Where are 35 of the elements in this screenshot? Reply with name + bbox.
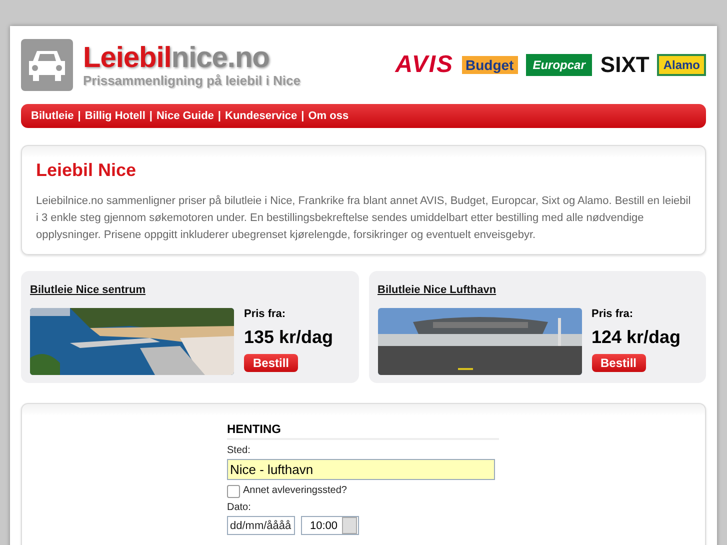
brand-logo: SIXT bbox=[600, 52, 650, 78]
price-label: Pris fra: bbox=[592, 308, 634, 320]
brand-logo: AVIS bbox=[395, 51, 454, 79]
nav-link[interactable]: Kundeservice bbox=[225, 110, 298, 122]
nav-separator: | bbox=[218, 110, 221, 122]
offer-link[interactable]: Bilutleie Nice sentrum bbox=[30, 284, 146, 296]
nav-link[interactable]: Nice Guide bbox=[156, 110, 214, 122]
field-label: Sted: bbox=[227, 445, 252, 456]
price-label: Pris fra: bbox=[244, 308, 286, 320]
nav-link[interactable]: Billig Hotell bbox=[84, 110, 146, 122]
location-field[interactable]: Nice - lufthavn bbox=[227, 459, 495, 480]
nav-separator: | bbox=[78, 110, 81, 122]
page-title: Leiebil Nice bbox=[36, 160, 138, 181]
section-heading: HENTING bbox=[227, 422, 499, 440]
offer-link[interactable]: Bilutleie Nice Lufthavn bbox=[378, 284, 496, 296]
brand-logo: Budget bbox=[462, 56, 518, 74]
car-icon bbox=[21, 39, 73, 91]
nav-separator: | bbox=[301, 110, 304, 122]
time-select[interactable]: 10:00 bbox=[301, 516, 359, 535]
brand-logo: Europcar bbox=[526, 54, 592, 76]
price: 124 kr/dag bbox=[592, 327, 681, 348]
field-label: Dato: bbox=[227, 502, 252, 513]
checkbox[interactable] bbox=[227, 484, 240, 498]
date-field[interactable]: dd/mm/åååå bbox=[227, 516, 295, 535]
book-button[interactable]: Bestill bbox=[244, 354, 298, 372]
checkbox-label: Annet avleveringssted? bbox=[243, 485, 347, 496]
intro-text: Leiebilnice.no sammenligner priser på bilutleie i Nice, Frankrike fra blant annet AVIS, Budget, Europcar, Sixt og Alamo. Bestill en leiebil i 3 enkle steg gjennom søkemotoren under. En bestillingsbekreftelse sendes umiddelbart etter bestilling med alle nødvendige opplysninger. Prisene oppgitt inkluderer ubegrenset kjørelengde, forsikringer og eventuelt enveisgebyr. bbox=[36, 194, 691, 243]
tagline: Prissammenligning på leiebil i Nice bbox=[83, 72, 300, 88]
brand-logo: Alamo bbox=[657, 54, 706, 76]
price: 135 kr/dag bbox=[244, 327, 334, 348]
book-button[interactable]: Bestill bbox=[592, 354, 646, 372]
nav-link[interactable]: Om oss bbox=[308, 110, 349, 122]
nav-link[interactable]: Bilutleie bbox=[31, 110, 74, 122]
site-logo[interactable]: Leiebilnice.no bbox=[83, 42, 300, 72]
nav-separator: | bbox=[149, 110, 152, 122]
